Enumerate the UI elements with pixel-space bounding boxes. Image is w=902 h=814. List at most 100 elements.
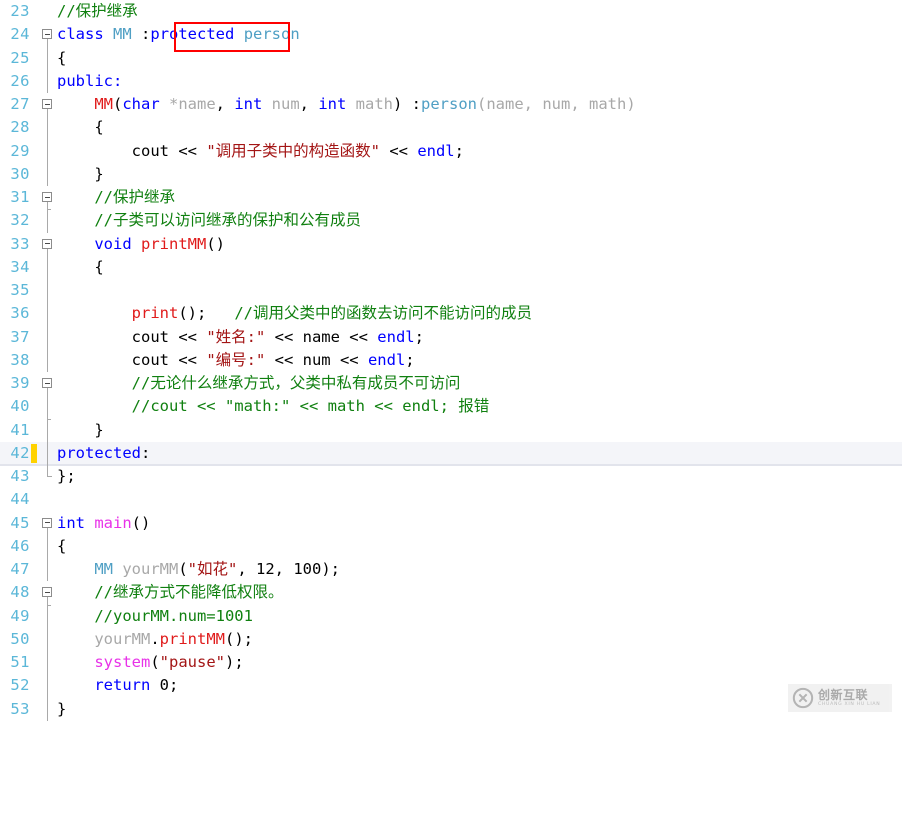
fold-collapse-icon[interactable] (42, 99, 52, 109)
fold-guide (46, 348, 48, 372)
fold-column (40, 465, 56, 488)
endl-token: endl (417, 141, 455, 160)
code-line[interactable]: 35 (0, 279, 902, 303)
code-line[interactable]: 24 class MM :protected person (0, 23, 902, 47)
fold-column (40, 674, 56, 698)
system-call-token: system (57, 653, 151, 671)
inheritance-access-keyword: protected (150, 25, 235, 44)
stream-operator: << name << (265, 327, 378, 346)
code-line[interactable]: 52 return 0; (0, 674, 902, 698)
fold-guide (46, 302, 48, 326)
keyword-token: return (57, 676, 151, 695)
code-editor[interactable]: 23 //保护继承 24 class MM :protected person … (0, 0, 902, 721)
param-token: num (262, 95, 300, 113)
code-line[interactable]: 45 int main() (0, 512, 902, 535)
fold-column[interactable] (40, 93, 56, 117)
fold-column (40, 348, 56, 372)
line-number: 40 (10, 397, 30, 416)
code-line[interactable]: 36 print(); //调用父类中的函数去访问不能访问的成员 (0, 302, 902, 326)
fold-guide (46, 162, 48, 186)
fold-column (40, 418, 56, 442)
fold-column[interactable] (40, 186, 56, 210)
code-text: public: (57, 70, 122, 93)
code-line[interactable]: 47 MM yourMM("如花", 12, 100); (0, 558, 902, 582)
code-line[interactable]: 38 cout << "编号:" << num << endl; (0, 348, 902, 372)
code-line[interactable]: 49 //yourMM.num=1001 (0, 604, 902, 628)
fold-collapse-icon[interactable] (42, 192, 52, 202)
comment-token: //子类可以访问继承的保护和公有成员 (57, 211, 361, 230)
code-text: //无论什么继承方式，父类中私有成员不可访问 (57, 372, 461, 395)
fold-collapse-icon[interactable] (42, 238, 52, 249)
fold-column (40, 302, 56, 326)
line-number: 51 (10, 653, 30, 671)
code-line[interactable]: 41 } (0, 418, 902, 442)
code-line[interactable]: 39 //无论什么继承方式，父类中私有成员不可访问 (0, 372, 902, 396)
code-line[interactable]: 40 //cout << "math:" << math << endl; 报错 (0, 395, 902, 419)
fold-guide (46, 279, 48, 303)
fold-guide (46, 248, 48, 256)
line-number: 26 (10, 71, 30, 90)
line-number: 24 (10, 25, 30, 44)
code-text: } (57, 420, 104, 439)
code-line[interactable]: 30 } (0, 162, 902, 186)
fold-guide (46, 597, 48, 605)
line-number: 25 (10, 48, 30, 67)
code-line[interactable]: 27 MM(char *name, int num, int math) :pe… (0, 93, 902, 117)
code-text: //子类可以访问继承的保护和公有成员 (57, 209, 361, 232)
code-line[interactable]: 53 } (0, 697, 902, 721)
fold-guide (46, 418, 51, 442)
current-code-line[interactable]: 42 protected: (0, 441, 902, 465)
param-token: math (346, 95, 394, 113)
watermark: 创新互联 CHUANG XIN HU LIAN (788, 684, 892, 712)
code-line[interactable]: 51 system("pause"); (0, 651, 902, 675)
code-line[interactable]: 29 cout << "调用子类中的构造函数" << endl; (0, 139, 902, 163)
stream-expr: cout << (57, 350, 207, 369)
code-line[interactable]: 46 { (0, 534, 902, 558)
line-number: 31 (10, 188, 30, 206)
code-line[interactable]: 31 //保护继承 (0, 186, 902, 210)
code-text: protected: (57, 442, 150, 465)
base-ctor-token: person (421, 95, 478, 113)
fold-column (40, 209, 56, 233)
punctuation-token: ; (405, 350, 415, 369)
fold-guide (46, 209, 51, 233)
code-line[interactable]: 34 { (0, 255, 902, 279)
keyword-token: class (57, 25, 104, 44)
fold-collapse-icon[interactable] (42, 517, 52, 528)
code-line[interactable]: 23 //保护继承 (0, 0, 902, 23)
code-line[interactable]: 43 }; (0, 465, 902, 488)
fold-column[interactable] (40, 581, 56, 605)
punctuation-token: ; (454, 141, 464, 160)
fold-column[interactable] (40, 512, 56, 535)
fold-column[interactable] (40, 372, 56, 396)
code-text: { (57, 118, 104, 137)
line-number: 30 (10, 164, 30, 183)
line-number: 23 (10, 2, 30, 20)
fold-guide (46, 325, 48, 349)
fold-collapse-icon[interactable] (42, 587, 52, 598)
fold-column (40, 488, 56, 511)
comment-token: //继承方式不能降低权限。 (57, 583, 284, 602)
comment-token: //保护继承 (57, 188, 175, 206)
code-line[interactable]: 37 cout << "姓名:" << name << endl; (0, 325, 902, 349)
code-line[interactable]: 33 void printMM() (0, 233, 902, 256)
fold-guide (46, 46, 48, 70)
code-line[interactable]: 44 (0, 488, 902, 511)
comment-token: //保护继承 (57, 2, 138, 20)
code-line[interactable]: 28 { (0, 116, 902, 140)
keyword-token: int (234, 95, 263, 113)
fold-collapse-icon[interactable] (42, 29, 52, 40)
fold-guide (46, 395, 48, 419)
base-class-token: person (234, 25, 300, 44)
fold-column[interactable] (40, 23, 56, 47)
code-line[interactable]: 32 //子类可以访问继承的保护和公有成员 (0, 209, 902, 233)
fold-column (40, 534, 56, 558)
code-line[interactable]: 48 //继承方式不能降低权限。 (0, 581, 902, 605)
line-number: 39 (10, 374, 30, 392)
code-line[interactable]: 25 { (0, 46, 902, 70)
fold-collapse-icon[interactable] (42, 378, 52, 388)
fold-column[interactable] (40, 233, 56, 256)
code-text: cout << "调用子类中的构造函数" << endl; (57, 140, 464, 163)
code-line[interactable]: 26 public: (0, 69, 902, 93)
code-line[interactable]: 50 yourMM.printMM(); (0, 627, 902, 651)
